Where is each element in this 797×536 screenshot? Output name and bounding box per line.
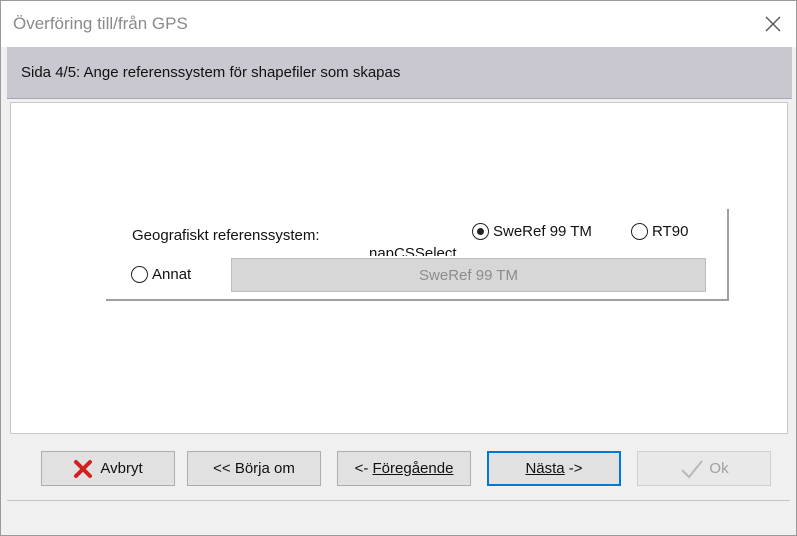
dialog-window: Överföring till/från GPS Sida 4/5: Ange … [0,0,797,536]
title-bar: Överföring till/från GPS [1,1,796,47]
close-icon [765,16,781,32]
restart-button-label: << Börja om [213,460,295,477]
step-description: Sida 4/5: Ange referenssystem för shapef… [21,64,401,81]
cancel-button[interactable]: Avbryt [41,451,175,486]
previous-button-label: Föregående [372,460,454,477]
restart-button[interactable]: << Börja om [187,451,321,486]
radio-rt90-label: RT90 [652,223,689,240]
wizard-step-header: Sida 4/5: Ange referenssystem för shapef… [7,47,792,99]
coordinate-system-select[interactable]: SweRef 99 TM [231,258,706,292]
red-x-icon [74,459,93,478]
radio-indicator-checked [472,223,489,240]
status-bar [7,500,790,530]
close-button[interactable] [750,1,796,47]
ok-button-label: Ok [709,460,729,477]
radio-indicator [631,223,648,240]
wizard-content-panel: Geografiskt referenssystem: napCSSelect … [10,102,788,434]
next-button-label: Nästa [525,460,565,477]
radio-sweref[interactable]: SweRef 99 TM [472,223,592,240]
coordinate-system-value: SweRef 99 TM [419,266,518,284]
radio-annat[interactable]: Annat [131,266,191,283]
next-button[interactable]: Nästa -> [487,451,621,486]
cancel-button-label: Avbryt [100,460,143,477]
checkmark-icon [681,459,704,478]
radio-annat-label: Annat [152,266,192,283]
previous-button-prefix: <- [354,460,373,477]
reference-system-group: Geografiskt referenssystem: napCSSelect … [106,209,729,301]
reference-system-label: Geografiskt referenssystem: [132,227,320,244]
ok-button[interactable]: Ok [637,451,771,486]
window-title: Överföring till/från GPS [13,14,188,33]
clipped-control-label: napCSSelect [369,245,457,256]
next-button-suffix: -> [564,460,583,477]
radio-sweref-label: SweRef 99 TM [493,223,592,240]
previous-button[interactable]: <- Föregående [337,451,471,486]
radio-indicator [131,266,148,283]
radio-rt90[interactable]: RT90 [631,223,688,240]
